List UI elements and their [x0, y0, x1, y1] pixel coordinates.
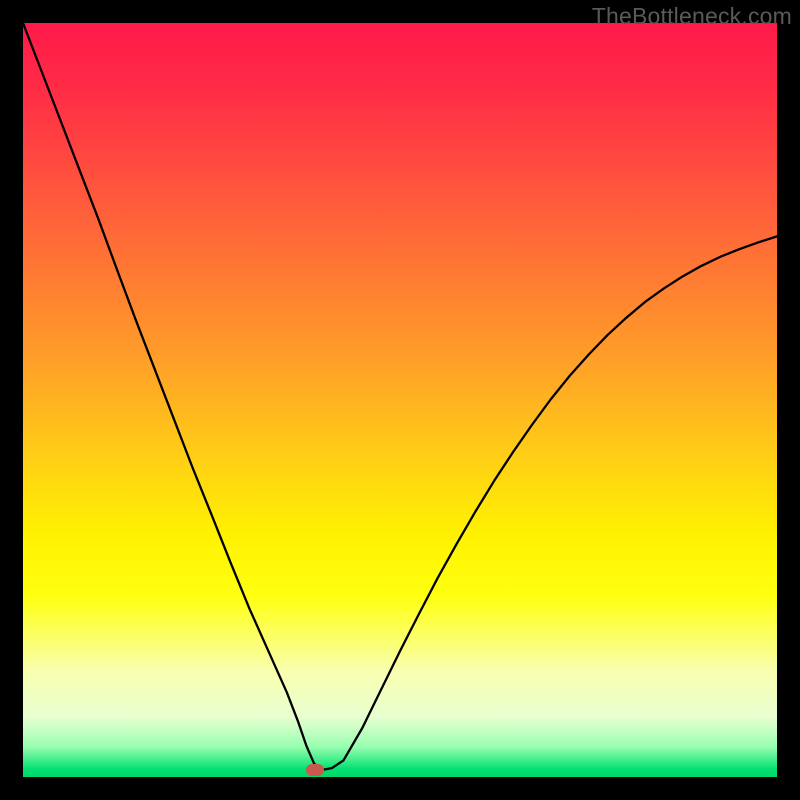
- chart-frame: TheBottleneck.com: [0, 0, 800, 800]
- chart-background-gradient: [23, 23, 777, 777]
